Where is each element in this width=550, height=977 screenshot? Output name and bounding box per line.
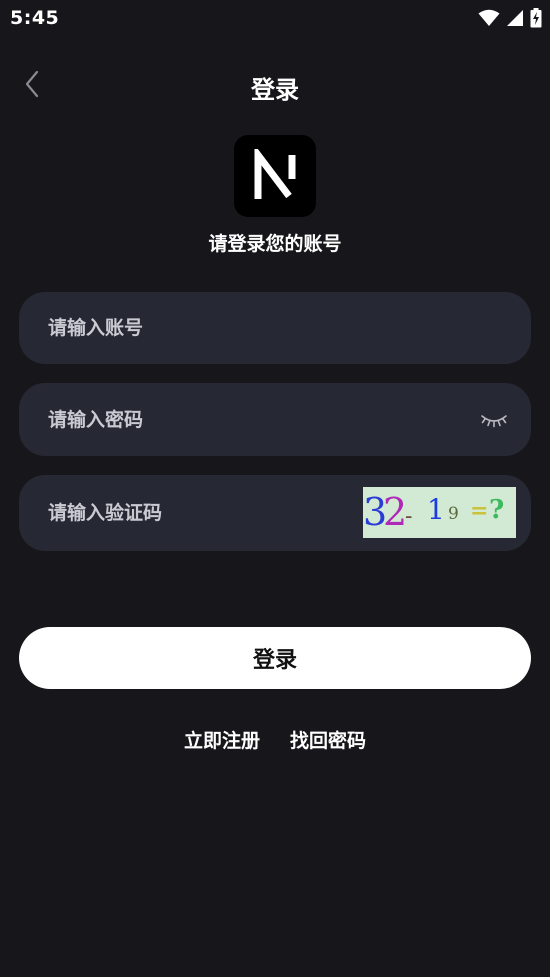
captcha-char: - — [405, 504, 413, 529]
register-link[interactable]: 立即注册 — [184, 726, 260, 753]
header: 登录 — [0, 60, 550, 112]
login-subtitle: 请登录您的账号 — [208, 233, 342, 255]
login-button[interactable]: 登录 — [19, 627, 531, 689]
logo-n-icon — [254, 149, 296, 199]
password-field-container — [19, 383, 531, 456]
captcha-char: 2 — [383, 490, 408, 534]
captcha-image[interactable]: 3 2 - 1 9 = ? — [363, 487, 516, 538]
wifi-icon — [478, 9, 500, 27]
status-icons — [478, 8, 542, 28]
account-input[interactable] — [19, 292, 531, 364]
auth-links: 立即注册 找回密码 — [0, 726, 550, 753]
status-time: 5:45 — [10, 7, 60, 29]
page-title: 登录 — [251, 76, 299, 104]
login-screen: 5:45 登录 请登录您的账号 请输入账号 请输入验证码 3 2 - 1 9 =… — [0, 0, 550, 977]
account-field-container — [19, 292, 531, 364]
forgot-password-link[interactable]: 找回密码 — [290, 726, 366, 753]
captcha-char: ? — [489, 495, 505, 525]
status-bar: 5:45 — [0, 0, 550, 38]
captcha-char: = — [470, 498, 489, 524]
battery-charging-icon — [530, 8, 542, 28]
password-input[interactable] — [19, 383, 531, 456]
signal-icon — [506, 9, 524, 27]
captcha-char: 9 — [448, 504, 459, 524]
app-logo — [234, 135, 316, 217]
eye-closed-icon[interactable] — [479, 408, 509, 430]
captcha-char: 1 — [427, 493, 445, 526]
captcha-field-container: 3 2 - 1 9 = ? — [19, 475, 531, 551]
